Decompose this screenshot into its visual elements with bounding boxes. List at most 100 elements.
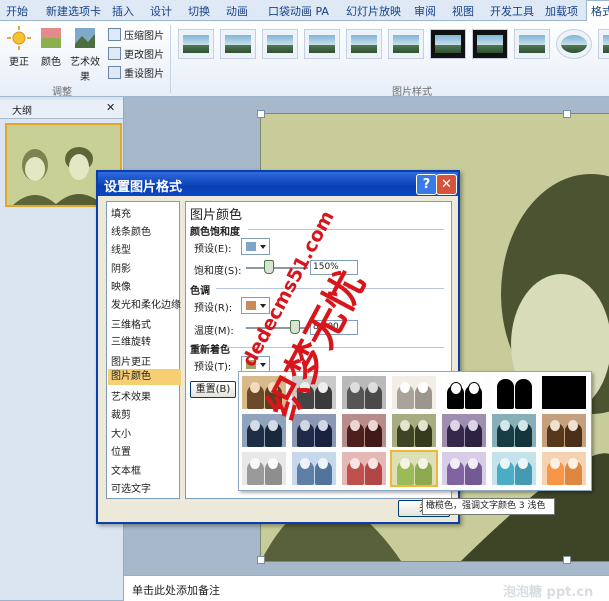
panel-heading: 图片颜色 bbox=[190, 208, 243, 223]
tone-section-title: 色调 bbox=[190, 286, 210, 297]
resize-handle[interactable] bbox=[257, 110, 265, 118]
group-separator bbox=[170, 25, 171, 93]
picture-style-8[interactable] bbox=[472, 29, 508, 59]
category-alt-text[interactable]: 可选文字 bbox=[111, 480, 151, 495]
category-line-style[interactable]: 线型 bbox=[111, 241, 131, 256]
recolor-swatch[interactable] bbox=[242, 414, 286, 447]
category-glow-soft-edges[interactable]: 发光和柔化边缘 bbox=[111, 296, 181, 311]
artistic-effects-button[interactable]: 艺术效果 bbox=[66, 26, 104, 83]
picture-style-4[interactable] bbox=[304, 29, 340, 59]
picture-style-2[interactable] bbox=[220, 29, 256, 59]
change-picture-button[interactable]: 更改图片 bbox=[108, 46, 164, 61]
dialog-close-button[interactable]: ✕ bbox=[436, 174, 457, 195]
tab-developer[interactable]: 开发工具 bbox=[490, 3, 534, 19]
tab-pocket-animation[interactable]: 口袋动画 PA bbox=[268, 3, 329, 19]
adjust-group-label: 调整 bbox=[52, 87, 72, 98]
category-reflection[interactable]: 映像 bbox=[111, 278, 131, 293]
correct-label: 更正 bbox=[9, 57, 29, 68]
picture-style-7[interactable] bbox=[430, 29, 466, 59]
correct-button[interactable]: 更正 bbox=[4, 26, 34, 68]
category-text-box[interactable]: 文本框 bbox=[111, 462, 141, 477]
change-picture-icon bbox=[108, 47, 121, 60]
reset-button-label: 重置(B) bbox=[195, 384, 231, 395]
saturation-preset-label: 预设(E): bbox=[194, 244, 232, 255]
tab-home[interactable]: 开始 bbox=[6, 3, 28, 19]
picture-style-6[interactable] bbox=[388, 29, 424, 59]
picture-styles-group-label: 图片样式 bbox=[392, 87, 432, 98]
ribbon-tab-bar: 开始 新建选项卡 插入 设计 切换 动画 口袋动画 PA 幻灯片放映 审阅 视图… bbox=[0, 0, 609, 23]
tab-view[interactable]: 视图 bbox=[452, 3, 474, 19]
color-button[interactable]: 颜色 bbox=[37, 26, 65, 68]
recolor-swatch-olive-light-selected[interactable] bbox=[390, 450, 438, 487]
category-3d-format[interactable]: 三维格式 bbox=[111, 316, 151, 331]
reset-picture-button[interactable]: 重设图片 bbox=[108, 65, 164, 80]
close-icon[interactable]: ✕ bbox=[106, 101, 115, 114]
section-divider bbox=[248, 229, 444, 230]
category-fill[interactable]: 填充 bbox=[111, 205, 131, 220]
resize-handle[interactable] bbox=[563, 110, 571, 118]
category-crop[interactable]: 裁剪 bbox=[111, 406, 131, 421]
category-position[interactable]: 位置 bbox=[111, 443, 131, 458]
recolor-swatch[interactable] bbox=[342, 376, 386, 409]
tab-transitions[interactable]: 切换 bbox=[188, 3, 210, 19]
recolor-swatch[interactable] bbox=[392, 414, 436, 447]
swatch-tooltip: 橄榄色，强调文字颜色 3 浅色 bbox=[422, 498, 555, 515]
recolor-swatch[interactable] bbox=[342, 414, 386, 447]
category-size[interactable]: 大小 bbox=[111, 425, 131, 440]
tab-review[interactable]: 审阅 bbox=[414, 3, 436, 19]
saturation-preset-dropdown[interactable] bbox=[241, 238, 270, 255]
dialog-title-bar[interactable]: 设置图片格式 ? ✕ bbox=[98, 172, 458, 196]
recolor-swatch[interactable] bbox=[542, 414, 586, 447]
artistic-effects-label: 艺术效果 bbox=[70, 57, 100, 83]
saturation-label: 饱和度(S): bbox=[194, 266, 242, 277]
recolor-swatch[interactable] bbox=[492, 414, 536, 447]
tab-format[interactable]: 格式 bbox=[586, 0, 609, 23]
resize-handle[interactable] bbox=[257, 556, 265, 564]
recolor-swatch[interactable] bbox=[292, 452, 336, 485]
picture-style-11[interactable] bbox=[598, 29, 609, 59]
picture-style-1[interactable] bbox=[178, 29, 214, 59]
category-line-color[interactable]: 线条颜色 bbox=[111, 223, 151, 238]
recolor-swatch[interactable] bbox=[492, 376, 536, 409]
tab-slideshow[interactable]: 幻灯片放映 bbox=[346, 3, 401, 19]
help-button[interactable]: ? bbox=[416, 174, 437, 195]
recolor-swatch[interactable] bbox=[542, 452, 586, 485]
compress-label: 压缩图片 bbox=[124, 31, 164, 42]
category-picture-corrections[interactable]: 图片更正 bbox=[111, 353, 151, 368]
tab-design[interactable]: 设计 bbox=[150, 3, 172, 19]
category-3d-rotation[interactable]: 三维旋转 bbox=[111, 333, 151, 348]
recolor-swatch[interactable] bbox=[442, 376, 486, 409]
compress-pictures-button[interactable]: 压缩图片 bbox=[108, 27, 164, 42]
recolor-swatch[interactable] bbox=[542, 376, 586, 409]
picture-style-10[interactable] bbox=[556, 29, 592, 59]
tab-new-tab[interactable]: 新建选项卡 bbox=[46, 3, 101, 19]
category-artistic-effects[interactable]: 艺术效果 bbox=[111, 388, 151, 403]
resize-handle[interactable] bbox=[563, 556, 571, 564]
category-shadow[interactable]: 阴影 bbox=[111, 260, 131, 275]
artistic-effects-icon bbox=[73, 26, 97, 50]
recolor-preset-label: 预设(T): bbox=[194, 362, 232, 373]
recolor-swatch[interactable] bbox=[242, 452, 286, 485]
recolor-swatch[interactable] bbox=[442, 452, 486, 485]
tone-preset-label: 预设(R): bbox=[194, 303, 233, 314]
picture-style-5[interactable] bbox=[346, 29, 382, 59]
category-list: 填充 线条颜色 线型 阴影 映像 发光和柔化边缘 三维格式 三维旋转 图片更正 … bbox=[106, 201, 181, 499]
recolor-section-title: 重新着色 bbox=[190, 345, 230, 356]
picture-style-9[interactable] bbox=[514, 29, 550, 59]
category-picture-color[interactable]: 图片颜色 bbox=[108, 369, 181, 385]
compress-icon bbox=[108, 28, 121, 41]
dialog-title: 设置图片格式 bbox=[104, 180, 183, 195]
reset-button[interactable]: 重置(B) bbox=[190, 381, 236, 398]
recolor-swatch[interactable] bbox=[492, 452, 536, 485]
tab-addins[interactable]: 加载项 bbox=[545, 3, 578, 19]
recolor-swatch[interactable] bbox=[392, 376, 436, 409]
tab-animations[interactable]: 动画 bbox=[226, 3, 248, 19]
tab-insert[interactable]: 插入 bbox=[112, 3, 134, 19]
saturation-slider-thumb[interactable] bbox=[264, 260, 274, 274]
recolor-swatch[interactable] bbox=[342, 452, 386, 485]
picture-style-3[interactable] bbox=[262, 29, 298, 59]
outline-tab[interactable]: 大纲 bbox=[12, 102, 32, 117]
color-label: 颜色 bbox=[41, 57, 61, 68]
recolor-swatch[interactable] bbox=[442, 414, 486, 447]
sun-icon bbox=[7, 26, 31, 50]
